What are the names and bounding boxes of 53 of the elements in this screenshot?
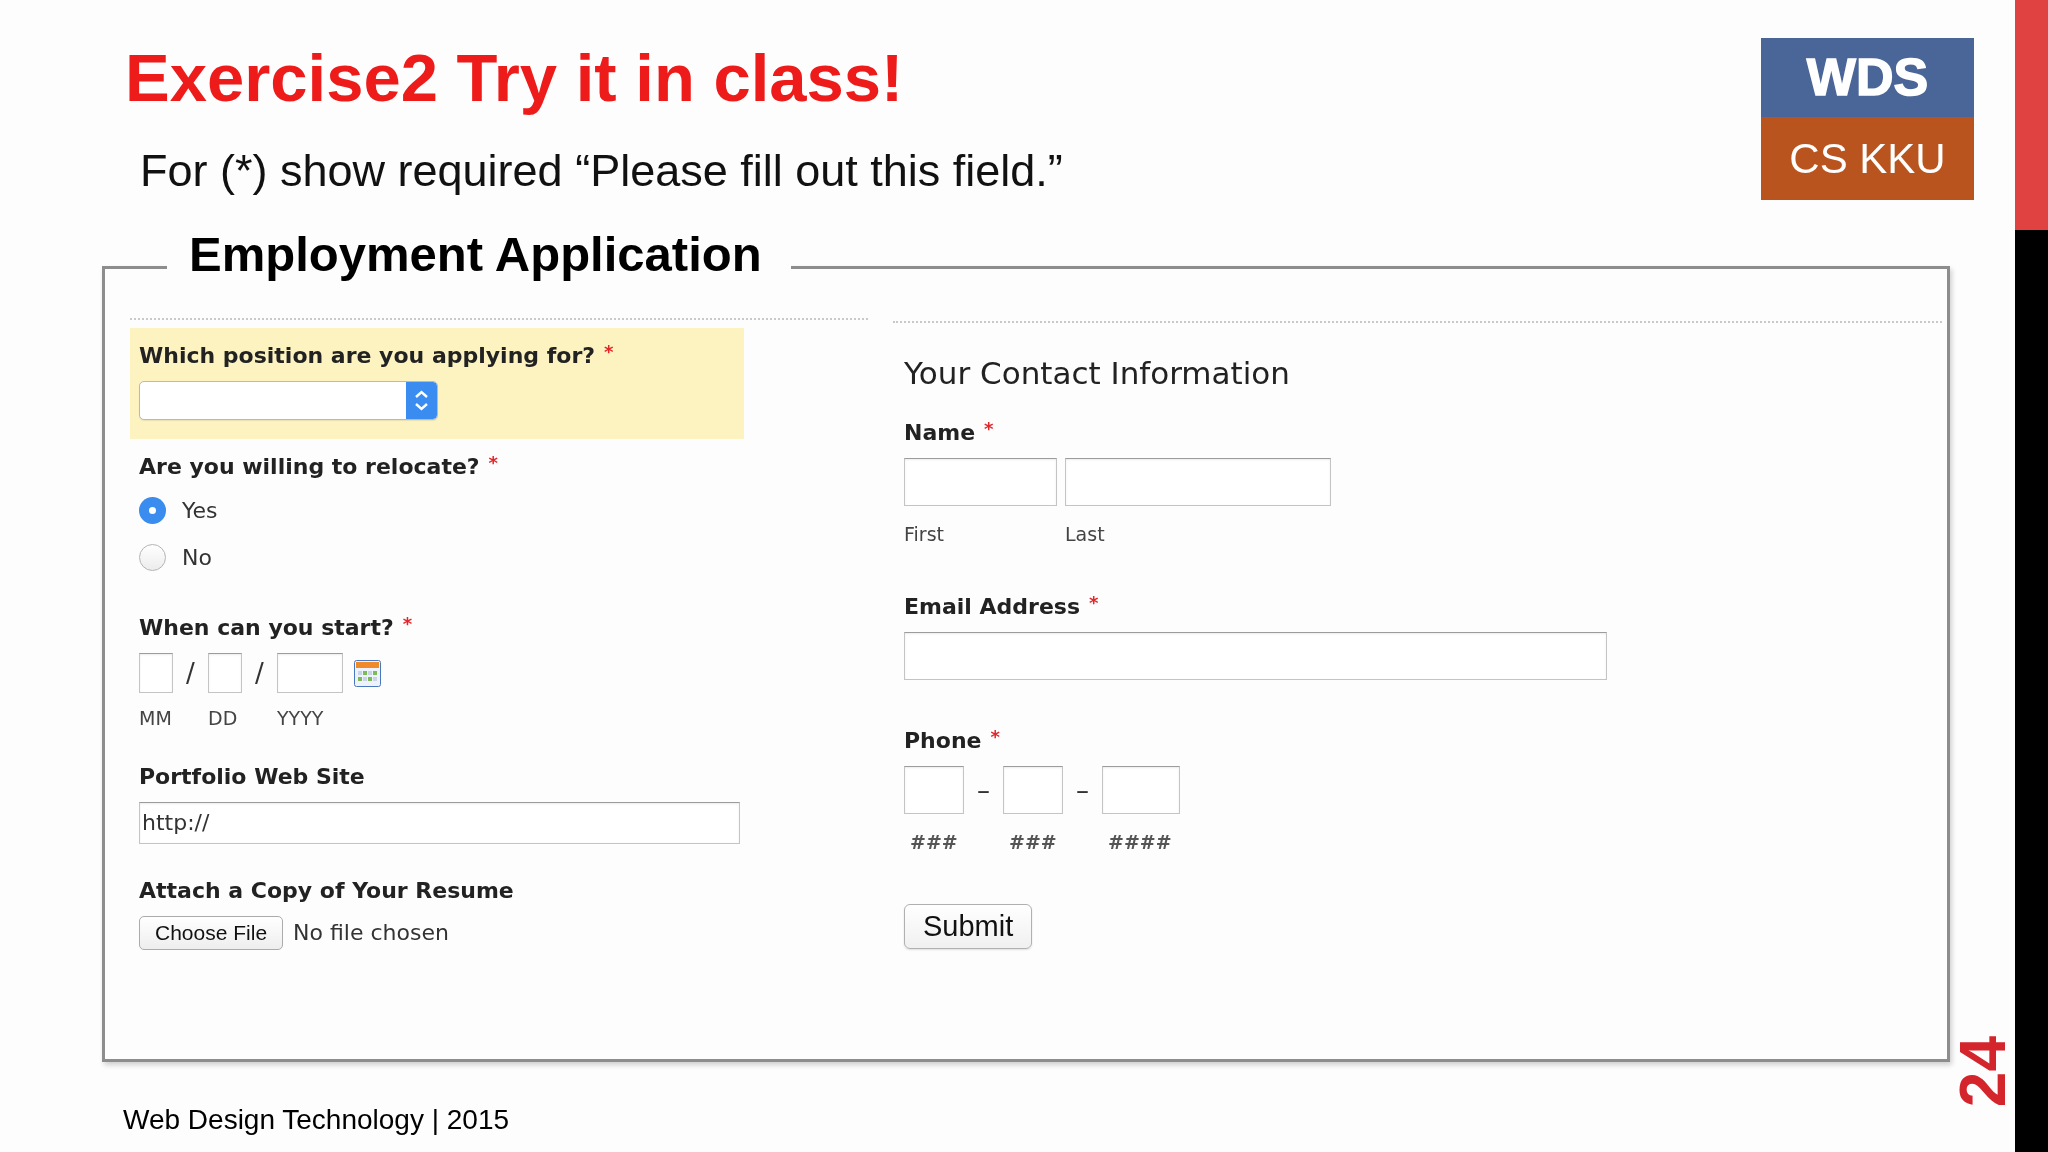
footer-text: Web Design Technology | 2015 — [123, 1103, 510, 1137]
choose-file-button[interactable]: Choose File — [139, 916, 284, 950]
field-label: When can you start? — [139, 614, 394, 642]
separator-text: – — [976, 774, 991, 807]
page-number: 24 — [1951, 1035, 2015, 1107]
required-mark: * — [1089, 592, 1099, 614]
calendar-icon[interactable] — [354, 660, 381, 687]
required-mark: * — [402, 613, 413, 635]
separator-text: / — [254, 657, 265, 690]
field-label: Which position are you applying for? — [139, 342, 595, 370]
radio-button[interactable] — [139, 497, 166, 524]
dropdown-select[interactable] — [139, 381, 438, 420]
field-hint: MM — [139, 706, 172, 730]
field-label: Phone — [904, 727, 982, 755]
field-label: Email Address — [904, 593, 1081, 621]
text-field[interactable]: http:// — [139, 802, 740, 844]
option-label: Yes — [182, 496, 218, 525]
input-field[interactable] — [277, 653, 343, 693]
required-mark: * — [984, 418, 994, 440]
slide-title: Exercise2 Try it in class! — [125, 40, 904, 116]
field-hint: YYYY — [277, 706, 324, 730]
field-hint: Last — [1065, 522, 1105, 546]
required-mark: * — [604, 341, 614, 363]
input-field[interactable] — [208, 653, 242, 693]
field-label: Portfolio Web Site — [139, 763, 365, 791]
file-status: No file chosen — [293, 919, 449, 947]
field-hint: ### — [910, 830, 958, 854]
input-field[interactable] — [904, 458, 1057, 506]
option-label: No — [182, 543, 212, 572]
text-field[interactable] — [904, 632, 1607, 680]
field-hint: ### — [1009, 830, 1057, 854]
slide-subtitle: For (*) show required “Please fill out this field.” — [140, 145, 1063, 197]
section-heading: Your Contact Information — [904, 354, 1290, 393]
input-field[interactable] — [904, 766, 964, 814]
separator-text: – — [1075, 774, 1090, 807]
input-field[interactable] — [1003, 766, 1063, 814]
required-mark: * — [488, 452, 498, 474]
field-hint: #### — [1108, 830, 1172, 854]
logo-banner: WDS — [1761, 38, 1974, 117]
input-field[interactable] — [1065, 458, 1331, 506]
logo-caption: CS KKU — [1761, 117, 1974, 200]
radio-button[interactable] — [139, 544, 166, 571]
field-label: Attach a Copy of Your Resume — [139, 877, 514, 905]
required-mark: * — [990, 726, 1000, 748]
stepper-arrows-icon — [406, 382, 437, 419]
separator-text: / — [185, 657, 196, 690]
field-hint: DD — [208, 706, 238, 730]
field-label: Are you willing to relocate? — [139, 453, 480, 481]
input-field[interactable] — [1102, 766, 1180, 814]
field-label: Name — [904, 419, 976, 447]
submit-button[interactable]: Submit — [904, 904, 1033, 949]
field-hint: First — [904, 522, 944, 546]
input-field[interactable] — [139, 653, 173, 693]
